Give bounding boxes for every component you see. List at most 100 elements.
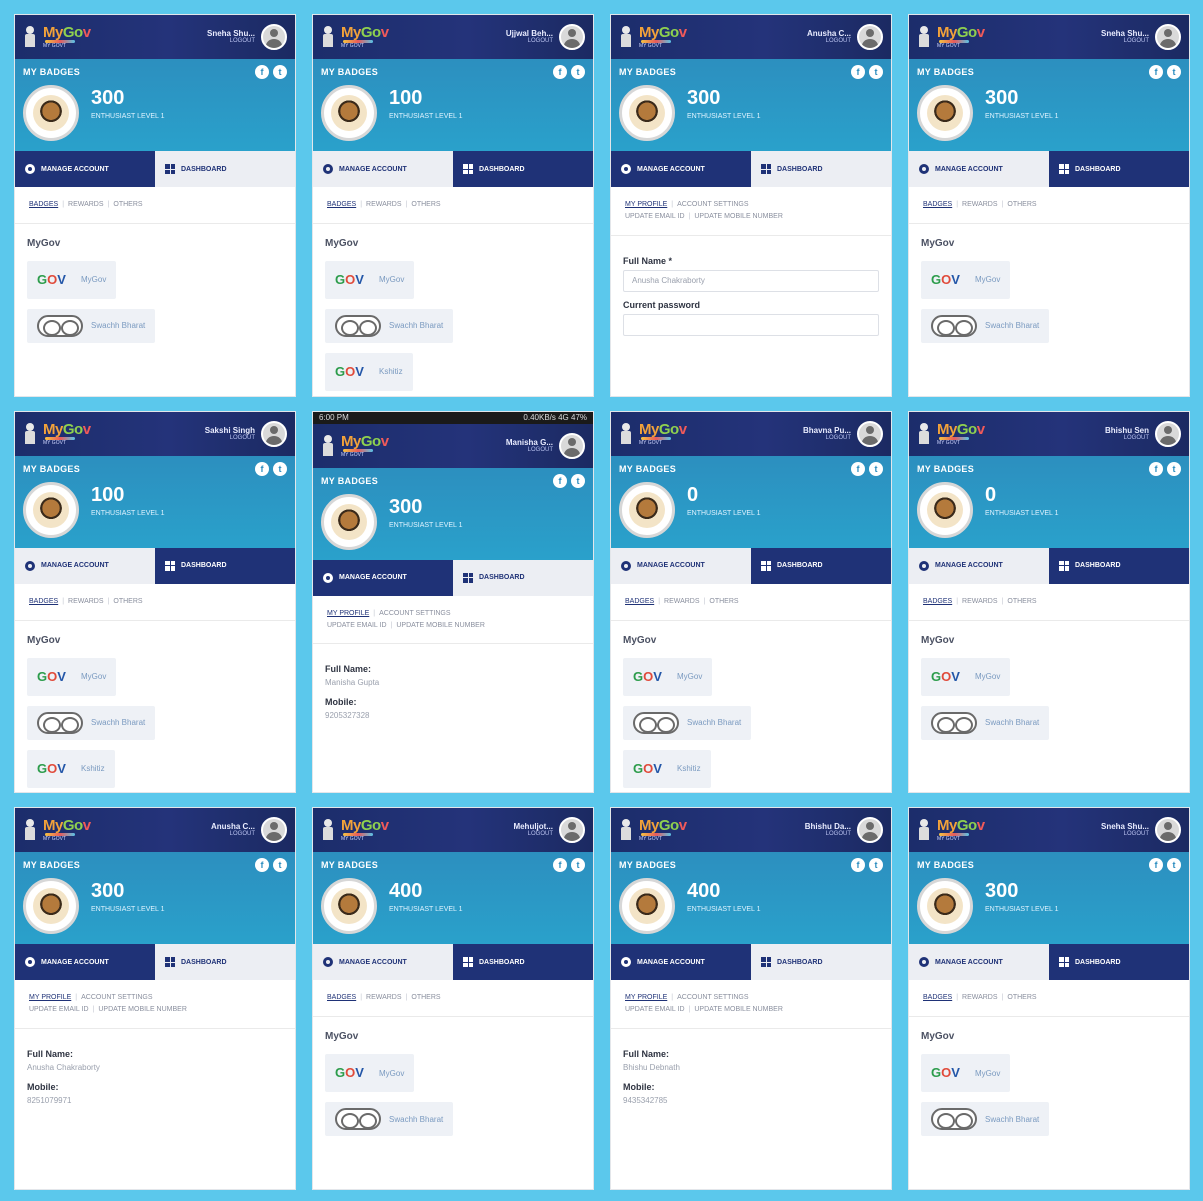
user-menu[interactable]: Bhishu Sen LOGOUT <box>1105 426 1149 442</box>
subtab-item[interactable]: BADGES <box>923 994 952 1001</box>
mygov-logo[interactable]: MyGov MY GOVT <box>43 422 91 446</box>
mygov-app[interactable]: GOV MyGov <box>27 260 117 299</box>
mygov-app[interactable]: GOV MyGov <box>623 657 713 696</box>
tab-dashboard[interactable]: DASHBOARD <box>155 944 295 981</box>
logout-link[interactable]: LOGOUT <box>826 831 851 838</box>
subtab-item[interactable]: BADGES <box>29 201 58 208</box>
swachh-bharat-app[interactable]: Swachh Bharat <box>325 308 454 343</box>
third-app[interactable]: GOV Kshitiz <box>27 749 115 788</box>
logout-link[interactable]: LOGOUT <box>826 38 851 45</box>
subtab-item[interactable]: OTHERS <box>1007 201 1036 208</box>
tab-manage-account[interactable]: MANAGE ACCOUNT <box>611 151 751 187</box>
user-avatar-icon[interactable] <box>261 420 287 447</box>
twitter-icon[interactable]: t <box>273 65 287 79</box>
facebook-icon[interactable]: f <box>255 65 269 79</box>
mygov-logo[interactable]: MyGov MY GOVT <box>639 422 687 446</box>
facebook-icon[interactable]: f <box>553 858 567 873</box>
subtab-item[interactable]: ACCOUNT SETTINGS <box>677 201 748 208</box>
subtab-item[interactable]: ACCOUNT SETTINGS <box>379 610 450 617</box>
subtab-item[interactable]: UPDATE EMAIL ID <box>327 622 387 629</box>
twitter-icon[interactable]: t <box>869 858 883 873</box>
subtab-item[interactable]: UPDATE MOBILE NUMBER <box>98 1006 187 1013</box>
subtab-item[interactable]: BADGES <box>625 598 654 605</box>
logout-link[interactable]: LOGOUT <box>826 435 851 442</box>
tab-dashboard[interactable]: DASHBOARD <box>155 151 295 187</box>
user-avatar-icon[interactable] <box>1155 24 1181 50</box>
mygov-logo[interactable]: MyGov MY GOVT <box>937 422 985 446</box>
mygov-app[interactable]: GOV MyGov <box>27 657 117 696</box>
tab-manage-account[interactable]: MANAGE ACCOUNT <box>611 944 751 981</box>
swachh-bharat-app[interactable]: Swachh Bharat <box>623 705 752 740</box>
user-menu[interactable]: Sneha Shu... LOGOUT <box>1101 29 1149 45</box>
mygov-logo[interactable]: MyGov MY GOVT <box>341 818 389 842</box>
user-menu[interactable]: Mehuljot... LOGOUT <box>513 822 553 838</box>
facebook-icon[interactable]: f <box>255 461 269 476</box>
user-menu[interactable]: Anusha C... LOGOUT <box>211 822 255 838</box>
third-app[interactable]: GOV Kshitiz <box>623 749 711 788</box>
mygov-app[interactable]: GOV MyGov <box>325 260 415 299</box>
mygov-logo[interactable]: MyGov MY GOVT <box>43 818 91 842</box>
logout-link[interactable]: LOGOUT <box>528 447 553 454</box>
facebook-icon[interactable]: f <box>851 461 865 476</box>
user-menu[interactable]: Bhavna Pu... LOGOUT <box>803 426 851 442</box>
subtab-item[interactable]: BADGES <box>327 201 356 208</box>
tab-manage-account[interactable]: MANAGE ACCOUNT <box>313 151 453 187</box>
subtab-item[interactable]: MY PROFILE <box>625 994 667 1001</box>
subtab-item[interactable]: REWARDS <box>366 994 402 1001</box>
mygov-app[interactable]: GOV MyGov <box>921 1054 1011 1093</box>
subtab-item[interactable]: REWARDS <box>962 201 998 208</box>
subtab-item[interactable]: REWARDS <box>68 201 104 208</box>
logout-link[interactable]: LOGOUT <box>230 38 255 45</box>
facebook-icon[interactable]: f <box>553 65 567 79</box>
subtab-item[interactable]: UPDATE EMAIL ID <box>29 1006 89 1013</box>
facebook-icon[interactable]: f <box>1149 858 1163 873</box>
user-avatar-icon[interactable] <box>261 817 287 844</box>
tab-dashboard[interactable]: DASHBOARD <box>453 559 593 596</box>
subtab-item[interactable]: ACCOUNT SETTINGS <box>81 994 152 1001</box>
logout-link[interactable]: LOGOUT <box>1124 831 1149 838</box>
logout-link[interactable]: LOGOUT <box>1124 435 1149 442</box>
user-menu[interactable]: Sneha Shu... LOGOUT <box>1101 822 1149 838</box>
mygov-app[interactable]: GOV MyGov <box>325 1054 415 1093</box>
swachh-bharat-app[interactable]: Swachh Bharat <box>921 1102 1050 1137</box>
facebook-icon[interactable]: f <box>255 858 269 873</box>
full-name-input[interactable]: Anusha Chakraborty <box>623 269 879 292</box>
mygov-logo[interactable]: MyGov MY GOVT <box>341 434 389 458</box>
subtab-item[interactable]: OTHERS <box>113 201 142 208</box>
tab-manage-account[interactable]: MANAGE ACCOUNT <box>909 547 1049 584</box>
subtab-item[interactable]: MY PROFILE <box>29 994 71 1001</box>
subtab-item[interactable]: BADGES <box>923 201 952 208</box>
swachh-bharat-app[interactable]: Swachh Bharat <box>27 308 156 343</box>
subtab-item[interactable]: UPDATE MOBILE NUMBER <box>396 622 485 629</box>
tab-manage-account[interactable]: MANAGE ACCOUNT <box>15 151 155 187</box>
user-avatar-icon[interactable] <box>559 24 585 50</box>
user-avatar-icon[interactable] <box>559 817 585 844</box>
current-password-input[interactable] <box>623 313 879 336</box>
twitter-icon[interactable]: t <box>571 858 585 873</box>
tab-manage-account[interactable]: MANAGE ACCOUNT <box>15 547 155 584</box>
mygov-app[interactable]: GOV MyGov <box>921 657 1011 696</box>
user-menu[interactable]: Bhishu Da... LOGOUT <box>805 822 851 838</box>
tab-manage-account[interactable]: MANAGE ACCOUNT <box>909 151 1049 187</box>
mygov-logo[interactable]: MyGov MY GOVT <box>43 25 91 49</box>
user-menu[interactable]: Manisha G... LOGOUT <box>506 438 553 454</box>
user-avatar-icon[interactable] <box>857 24 883 50</box>
subtab-item[interactable]: OTHERS <box>709 598 738 605</box>
twitter-icon[interactable]: t <box>1167 65 1181 79</box>
twitter-icon[interactable]: t <box>869 65 883 79</box>
mygov-app[interactable]: GOV MyGov <box>921 260 1011 299</box>
twitter-icon[interactable]: t <box>1167 461 1181 476</box>
subtab-item[interactable]: OTHERS <box>113 598 142 605</box>
user-avatar-icon[interactable] <box>261 24 287 50</box>
subtab-item[interactable]: UPDATE MOBILE NUMBER <box>694 1006 783 1013</box>
facebook-icon[interactable]: f <box>1149 65 1163 79</box>
user-menu[interactable]: Ujjwal Beh... LOGOUT <box>506 29 553 45</box>
subtab-item[interactable]: OTHERS <box>411 201 440 208</box>
subtab-item[interactable]: OTHERS <box>411 994 440 1001</box>
subtab-item[interactable]: REWARDS <box>962 598 998 605</box>
tab-dashboard[interactable]: DASHBOARD <box>751 151 891 187</box>
subtab-item[interactable]: MY PROFILE <box>625 201 667 208</box>
user-avatar-icon[interactable] <box>857 817 883 844</box>
subtab-item[interactable]: REWARDS <box>962 994 998 1001</box>
tab-dashboard[interactable]: DASHBOARD <box>453 944 593 981</box>
